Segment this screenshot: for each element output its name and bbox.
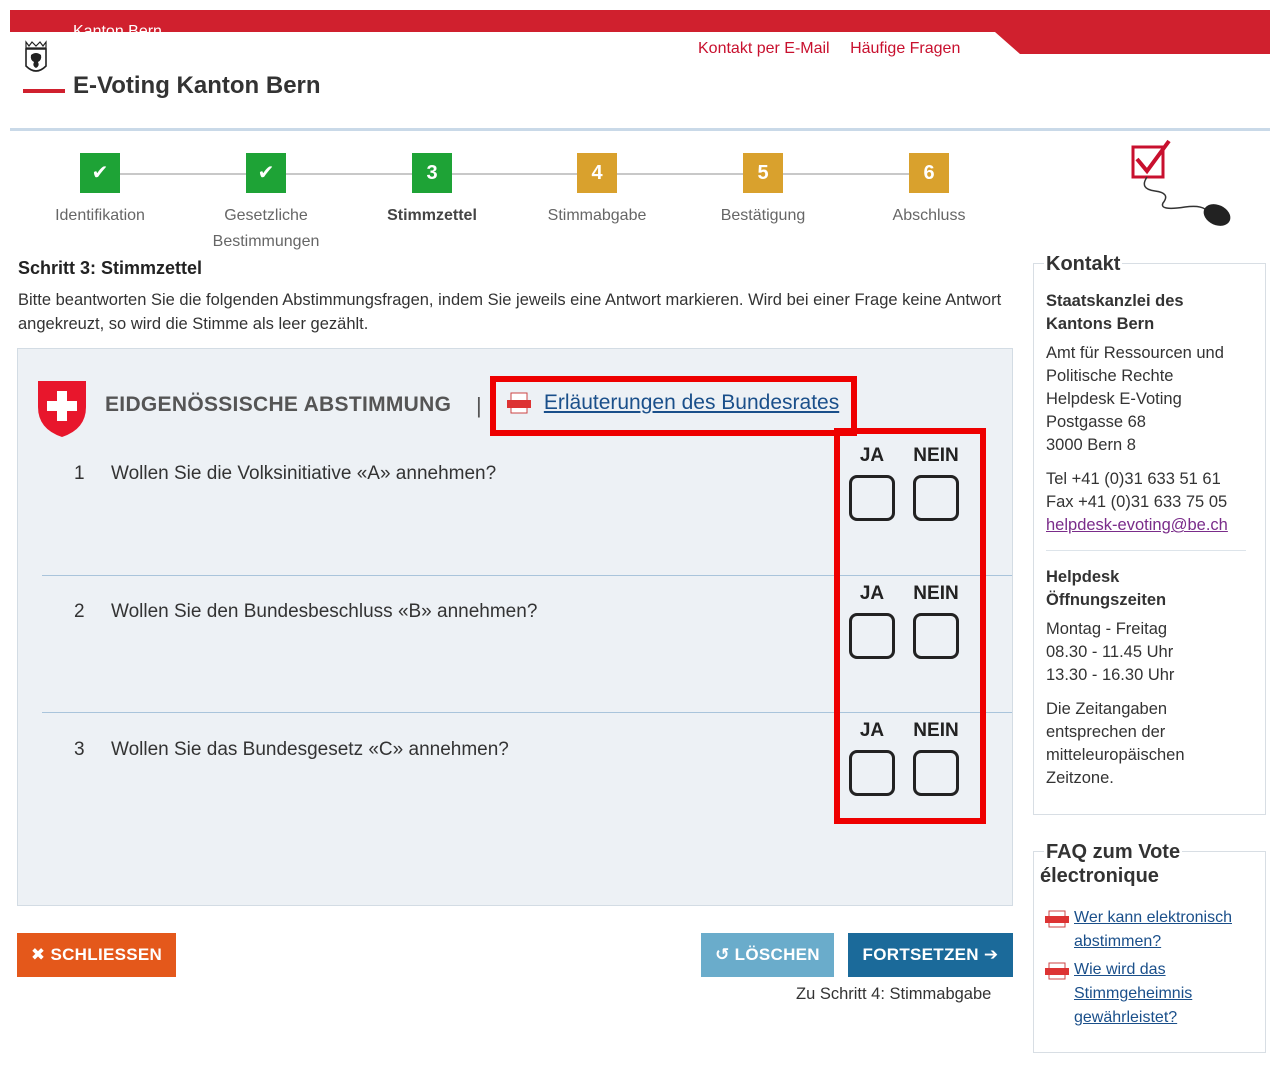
org-name-line2: Kantons Bern	[1046, 315, 1155, 333]
contact-divider	[1046, 550, 1246, 551]
site-title: E-Voting Kanton Bern	[73, 72, 321, 99]
continue-button[interactable]: FORTSETZEN ➔	[848, 933, 1013, 977]
step-gesetzliche-bestimmungen: ✔ Gesetzliche Bestimmungen	[176, 153, 356, 255]
address-line: Amt für Ressourcen und	[1046, 344, 1224, 362]
hours-line: 13.30 - 16.30 Uhr	[1046, 666, 1175, 684]
step-label: Abschluss	[892, 207, 966, 224]
faq-link-vote-secrecy[interactable]: Wie wird das Stimmgeheimnis gewährleiste…	[1074, 958, 1254, 1030]
step-done-badge: ✔	[246, 153, 286, 193]
contact-title: Kontakt	[1044, 252, 1123, 276]
hours-line: 08.30 - 11.45 Uhr	[1046, 643, 1174, 661]
faq-link-line: Wer kann elektronisch	[1074, 909, 1232, 926]
contact-email-link[interactable]: Kontakt per E-Mail	[698, 40, 830, 57]
highlight-explanation	[490, 376, 857, 436]
faq-link-line: Stimmgeheimnis	[1074, 985, 1193, 1002]
hours-line: Montag - Freitag	[1046, 620, 1168, 638]
page: Kanton Bern E-Voting Kanton Bern Kontakt…	[10, 0, 1270, 1077]
bern-crest-icon	[25, 40, 47, 72]
ballot-title: EIDGENÖSSISCHE ABSTIMMUNG	[105, 393, 452, 416]
continue-button-label: FORTSETZEN	[862, 945, 979, 964]
helpdesk-email-link[interactable]: helpdesk-evoting@be.ch	[1046, 516, 1228, 534]
faq-link-line: Wie wird das	[1074, 961, 1166, 978]
faq-link[interactable]: Häufige Fragen	[850, 40, 960, 57]
question-number: 2	[74, 601, 85, 622]
faq-link-line: abstimmen?	[1074, 933, 1162, 950]
timezone-note: Zeitzone.	[1046, 769, 1114, 787]
timezone-note: Die Zeitangaben	[1046, 700, 1168, 718]
email-wrap: helpdesk-evoting@be.ch	[1046, 514, 1228, 537]
step-label: Identifikation	[55, 207, 145, 224]
faq-item[interactable]: Wer kann elektronisch abstimmen?	[1044, 906, 1254, 954]
pdf-icon	[1045, 962, 1069, 980]
step-badge: 6	[909, 153, 949, 193]
timezone-note: entsprechen der	[1046, 723, 1166, 741]
hours-title-line2: Öffnungszeiten	[1046, 591, 1167, 609]
next-step-hint: Zu Schritt 4: Stimmabgabe	[796, 985, 992, 1003]
step-stimmabgabe: 4 Stimmabgabe	[507, 153, 687, 229]
swiss-shield-icon	[38, 381, 86, 437]
intro-text: Bitte beantworten Sie die folgenden Abst…	[18, 291, 1002, 333]
clear-button-label: LÖSCHEN	[734, 945, 820, 964]
top-bar: Kanton Bern	[10, 10, 1270, 54]
question-text: Wollen Sie das Bundesgesetz «C» annehmen…	[111, 739, 509, 760]
logo-dash	[23, 89, 65, 93]
step-badge: 4	[577, 153, 617, 193]
step-stimmzettel: 3 Stimmzettel	[342, 153, 522, 229]
close-button[interactable]: ✖ SCHLIESSEN	[17, 933, 176, 977]
phone: Tel +41 (0)31 633 51 61	[1046, 470, 1221, 488]
header-links: Kontakt per E-Mail Häufige Fragen	[698, 40, 976, 58]
step-identifikation: ✔ Identifikation	[10, 153, 190, 229]
step-abschluss: 6 Abschluss	[839, 153, 1019, 229]
faq-title-line2: électronique	[1040, 865, 1159, 887]
arrow-right-icon: ➔	[978, 945, 999, 964]
faq-item[interactable]: Wie wird das Stimmgeheimnis gewährleiste…	[1044, 958, 1254, 1030]
address-line: Postgasse 68	[1046, 413, 1146, 431]
faq-link-line: gewährleistet?	[1074, 1009, 1178, 1026]
step-label: Stimmzettel	[387, 207, 477, 224]
step-badge: 5	[743, 153, 783, 193]
step-label: Gesetzliche Bestimmungen	[212, 207, 320, 250]
address-line: 3000 Bern 8	[1046, 436, 1136, 454]
step-label: Bestätigung	[720, 207, 806, 224]
close-icon: ✖	[30, 945, 51, 964]
question-number: 1	[74, 463, 85, 484]
address-line: Politische Rechte	[1046, 367, 1174, 385]
faq-panel: FAQ zum Vote électronique Wer kann elekt…	[1033, 840, 1266, 1053]
header-divider	[10, 128, 1270, 131]
question-text: Wollen Sie den Bundesbeschluss «B» anneh…	[111, 601, 538, 622]
question-number: 3	[74, 739, 85, 760]
highlight-answers	[834, 428, 986, 824]
step-done-badge: ✔	[80, 153, 120, 193]
fax: Fax +41 (0)31 633 75 05	[1046, 493, 1228, 511]
step-heading: Schritt 3: Stimmzettel	[18, 258, 203, 278]
top-bar-shape	[10, 10, 1270, 54]
canton-label: Kanton Bern	[73, 23, 162, 40]
contact-panel: Kontakt Staatskanzlei des Kantons Bern A…	[1033, 252, 1266, 815]
step-label: Stimmabgabe	[547, 207, 647, 224]
address-line: Helpdesk E-Voting	[1046, 390, 1182, 408]
faq-title: FAQ zum Vote électronique	[1040, 840, 1183, 888]
step-bestaetigung: 5 Bestätigung	[673, 153, 853, 229]
ballot-mouse-icon	[1131, 139, 1231, 226]
faq-title-line1: FAQ zum Vote	[1046, 841, 1181, 863]
clear-button[interactable]: ↺ LÖSCHEN	[701, 933, 834, 977]
undo-icon: ↺	[715, 945, 735, 964]
close-button-label: SCHLIESSEN	[50, 945, 163, 964]
faq-link-who-can-vote[interactable]: Wer kann elektronisch abstimmen?	[1074, 906, 1254, 954]
title-separator: |	[476, 393, 482, 418]
question-text: Wollen Sie die Volksinitiative «A» anneh…	[111, 463, 497, 484]
timezone-note: mitteleuropäischen	[1046, 746, 1185, 764]
pdf-icon	[1045, 910, 1069, 928]
step-current-badge: 3	[412, 153, 452, 193]
org-name-line1: Staatskanzlei des	[1046, 292, 1184, 310]
hours-title-line1: Helpdesk	[1046, 568, 1120, 586]
